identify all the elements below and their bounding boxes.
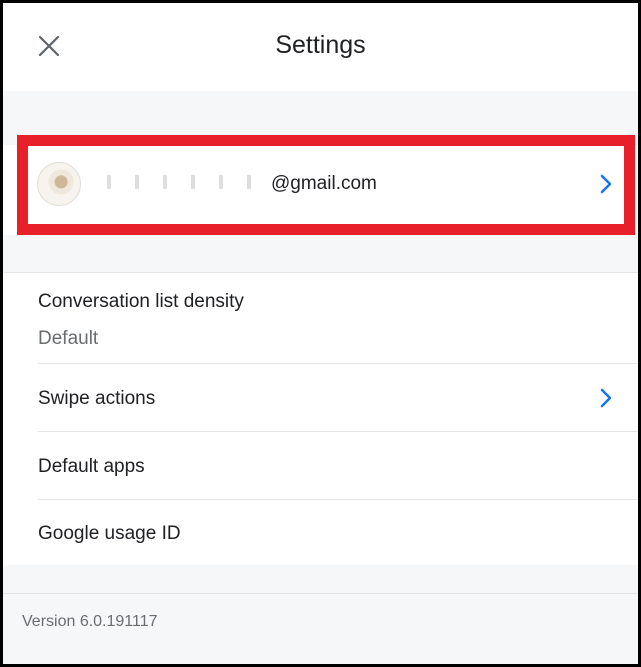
email-username-redacted (107, 175, 267, 189)
setting-default-apps[interactable]: Default apps (3, 432, 638, 499)
settings-screen: Settings @gmail.com Conversation list de… (0, 0, 641, 667)
setting-google-usage-id[interactable]: Google usage ID (3, 500, 638, 565)
chevron-right-icon (600, 174, 612, 194)
setting-swipe-actions[interactable]: Swipe actions (3, 364, 638, 431)
account-chevron-button[interactable] (599, 173, 613, 195)
setting-conversation-density[interactable]: Conversation list density Default (3, 273, 638, 363)
account-email: @gmail.com (271, 173, 377, 194)
divider (3, 593, 638, 594)
section-spacer (3, 235, 638, 273)
settings-list: Conversation list density Default Swipe … (3, 273, 638, 565)
version-text: Version 6.0.191117 (22, 613, 158, 630)
swipe-chevron (599, 387, 613, 409)
chevron-right-icon (600, 388, 612, 408)
header: Settings (3, 3, 638, 91)
page-title: Settings (275, 31, 366, 59)
setting-label: Swipe actions (38, 388, 156, 409)
setting-label: Conversation list density (38, 291, 244, 312)
section-spacer (3, 91, 638, 145)
footer: Version 6.0.191117 (3, 565, 638, 664)
avatar (37, 162, 81, 206)
setting-label: Google usage ID (38, 523, 181, 544)
setting-value: Default (38, 328, 99, 349)
setting-label: Default apps (38, 456, 145, 477)
